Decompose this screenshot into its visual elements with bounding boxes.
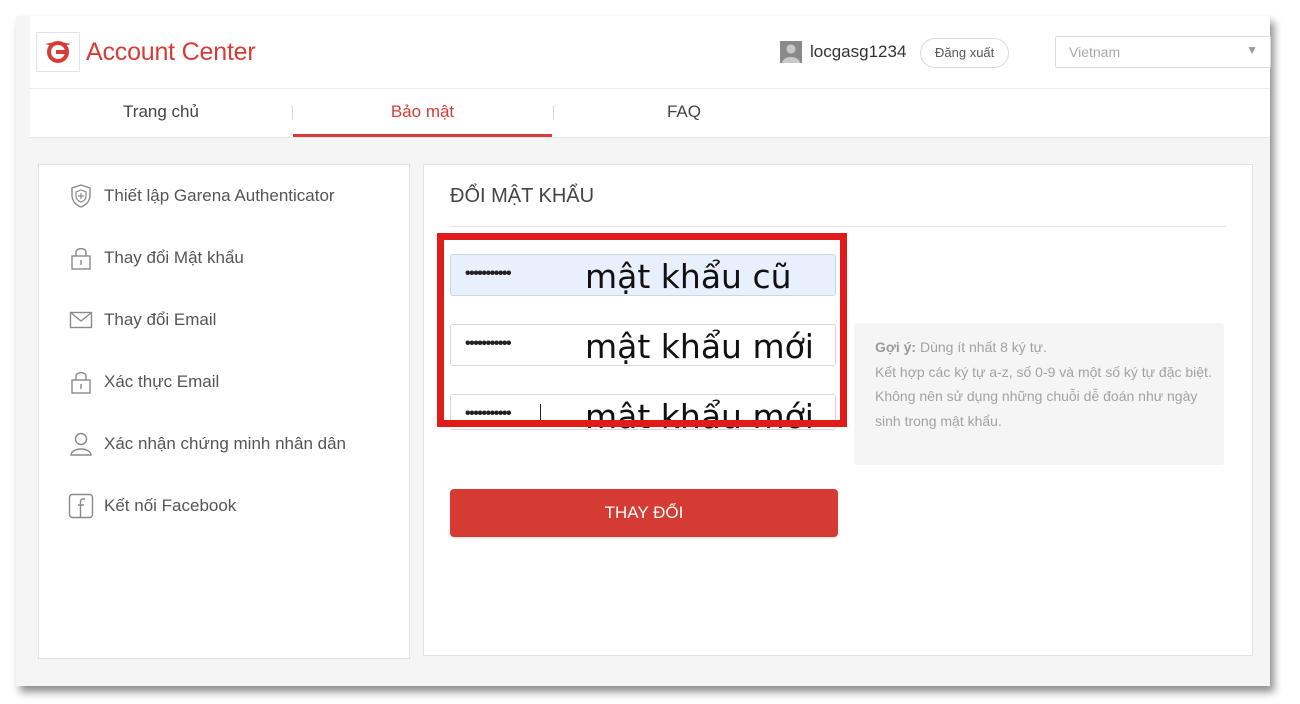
confirm-password-input[interactable]: ••••••••••• mật khẩu mới bbox=[450, 394, 836, 430]
lock-icon bbox=[67, 244, 95, 272]
divider bbox=[450, 226, 1226, 227]
hint-text: Gợi ý: Dùng ít nhất 8 ký tự. Kết hợp các… bbox=[875, 335, 1215, 433]
shield-icon bbox=[67, 182, 95, 210]
change-password-button[interactable]: THAY ĐỔI bbox=[450, 489, 838, 537]
hint-line: Kết hợp các ký tự a-z, số 0-9 và một số … bbox=[875, 363, 1212, 380]
browser-frame: Account Center locgasg1234 Đăng xuất Vie… bbox=[16, 16, 1271, 686]
page-title: ĐỔI MẬT KHẨU bbox=[450, 185, 595, 207]
envelope-icon bbox=[67, 306, 95, 334]
username: locgasg1234 bbox=[810, 42, 907, 61]
change-password-panel: ĐỔI MẬT KHẨU ••••••••••• mật khẩu cũ •••… bbox=[423, 164, 1253, 656]
avatar[interactable] bbox=[780, 41, 802, 63]
password-hint-box: Gợi ý: Dùng ít nhất 8 ký tự. Kết hợp các… bbox=[854, 323, 1224, 465]
country-select[interactable]: Vietnam ▼ bbox=[1055, 36, 1271, 68]
sidebar-item-label: Thiết lập Garena Authenticator bbox=[104, 186, 335, 205]
masked-value: ••••••••••• bbox=[465, 405, 512, 422]
chevron-down-icon: ▼ bbox=[1246, 43, 1258, 57]
sidebar-item-facebook[interactable]: Kết nối Facebook bbox=[67, 490, 236, 522]
tab-security[interactable]: Bảo mật bbox=[293, 89, 552, 137]
lock-icon bbox=[67, 368, 95, 396]
brand-title: Account Center bbox=[86, 38, 256, 66]
country-value: Vietnam bbox=[1069, 44, 1121, 60]
text-cursor bbox=[540, 404, 541, 426]
sidebar-item-change-password[interactable]: Thay đổi Mật khẩu bbox=[67, 242, 244, 274]
header: Account Center locgasg1234 Đăng xuất Vie… bbox=[30, 16, 1271, 89]
tab-faq[interactable]: FAQ bbox=[554, 89, 814, 135]
sidebar-item-label: Xác nhận chứng minh nhân dân bbox=[104, 434, 347, 453]
logout-button[interactable]: Đăng xuất bbox=[920, 38, 1010, 68]
security-sidebar: Thiết lập Garena Authenticator Thay đổi … bbox=[38, 164, 410, 659]
annotation-label: mật khẩu cũ bbox=[585, 257, 792, 296]
main-tabs: Trang chủ Bảo mật FAQ bbox=[30, 89, 1270, 138]
hint-label: Gợi ý: bbox=[875, 339, 917, 355]
annotation-label: mật khẩu mới bbox=[585, 397, 814, 430]
new-password-input[interactable]: ••••••••••• mật khẩu mới bbox=[450, 324, 836, 366]
tab-home[interactable]: Trang chủ bbox=[30, 89, 292, 135]
sidebar-item-authenticator[interactable]: Thiết lập Garena Authenticator bbox=[67, 180, 335, 212]
sidebar-item-change-email[interactable]: Thay đổi Email bbox=[67, 304, 216, 336]
sidebar-item-verify-email[interactable]: Xác thực Email bbox=[67, 366, 219, 398]
hint-line: Không nên sử dụng những chuỗi dễ đoán nh… bbox=[875, 388, 1198, 429]
annotation-label: mật khẩu mới bbox=[585, 327, 814, 366]
person-icon bbox=[67, 430, 95, 458]
sidebar-item-label: Xác thực Email bbox=[104, 372, 220, 391]
sidebar-item-label: Kết nối Facebook bbox=[104, 496, 237, 515]
masked-value: ••••••••••• bbox=[465, 335, 512, 352]
masked-value: ••••••••••• bbox=[465, 265, 512, 282]
sidebar-item-label: Thay đổi Email bbox=[104, 310, 217, 329]
garena-logo-icon[interactable] bbox=[36, 32, 80, 72]
old-password-input[interactable]: ••••••••••• mật khẩu cũ bbox=[450, 254, 836, 296]
sidebar-item-id-verification[interactable]: Xác nhận chứng minh nhân dân bbox=[67, 428, 346, 460]
hint-line: Dùng ít nhất 8 ký tự. bbox=[919, 339, 1047, 355]
facebook-icon bbox=[67, 492, 95, 520]
sidebar-item-label: Thay đổi Mật khẩu bbox=[104, 248, 244, 267]
